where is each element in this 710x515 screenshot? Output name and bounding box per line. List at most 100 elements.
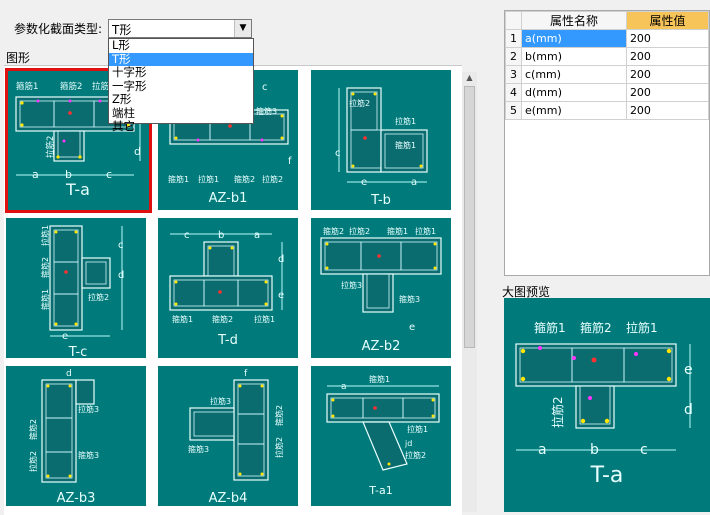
- ta-a: a: [32, 168, 39, 181]
- azb2-g1: 箍筋1: [387, 226, 408, 236]
- tc-d: d: [118, 270, 124, 281]
- section-type-dropdown[interactable]: L形 T形 十字形 一字形 Z形 端柱 其它: [108, 38, 254, 133]
- azb2-g2: 箍筋2: [323, 226, 344, 236]
- section-type-label: 参数化截面类型:: [14, 22, 103, 36]
- row-name: a(mm): [521, 29, 627, 48]
- azb3-d: d: [66, 369, 72, 379]
- azb2-g3: 箍筋3: [399, 294, 420, 304]
- shape-group-label: 图形: [6, 51, 31, 65]
- table-row[interactable]: 3 c(mm) 200: [505, 65, 710, 84]
- ta1-g1: 箍筋1: [369, 374, 390, 384]
- tc-e: e: [62, 331, 68, 342]
- chevron-down-icon[interactable]: ▼: [234, 20, 251, 37]
- tile-t-a1[interactable]: a 箍筋1 拉筋1 jd 拉筋2 T-a1: [311, 366, 451, 506]
- table-row[interactable]: 4 d(mm) 200: [505, 83, 710, 102]
- azb3-l3: 拉筋3: [78, 404, 99, 414]
- dropdown-option-z[interactable]: Z形: [109, 92, 253, 107]
- row-name: e(mm): [521, 101, 627, 120]
- tile-t-b[interactable]: 拉筋2 拉筋1 箍筋1 c e a T-b: [311, 70, 451, 210]
- tile-t-c[interactable]: 拉筋1 箍筋2 箍筋1 拉筋2 c d e T-c: [6, 218, 146, 358]
- preview-l1: 拉筋1: [626, 320, 658, 335]
- table-row[interactable]: 5 e(mm) 200: [505, 101, 710, 120]
- table-row[interactable]: 1 a(mm) 200: [505, 29, 710, 48]
- tile-label: AZ-b3: [57, 491, 96, 506]
- azb1-f: f: [288, 156, 292, 167]
- dropdown-option-other[interactable]: 其它: [109, 119, 253, 134]
- azb4-f: f: [244, 369, 248, 379]
- ta1-l1: 拉筋1: [407, 424, 428, 434]
- row-value[interactable]: 200: [625, 47, 710, 66]
- row-index: 4: [505, 83, 522, 102]
- azb1-c: c: [262, 82, 268, 93]
- azb2-l1: 拉筋1: [415, 226, 436, 236]
- azb3-g2: 箍筋2: [28, 419, 38, 440]
- dropdown-option-cross[interactable]: 十字形: [109, 65, 253, 80]
- ta-c: c: [106, 168, 112, 181]
- azb1-l2: 拉筋2: [262, 174, 283, 184]
- dropdown-option-line[interactable]: 一字形: [109, 79, 253, 94]
- azb2-l2: 拉筋2: [349, 226, 370, 236]
- ta-g2: 箍筋2: [60, 81, 82, 92]
- preview-e: e: [684, 362, 693, 378]
- row-value[interactable]: 200: [625, 101, 710, 120]
- row-index: 2: [505, 47, 522, 66]
- grid-corner: [505, 11, 522, 30]
- preview-l2: 拉筋2: [550, 396, 565, 428]
- tb-l2: 拉筋2: [349, 98, 370, 108]
- ta1-l2: 拉筋2: [405, 450, 426, 460]
- preview-a: a: [538, 442, 547, 458]
- preview-d: d: [684, 402, 693, 418]
- row-value[interactable]: 200: [625, 83, 710, 102]
- tc-l1: 拉筋1: [40, 225, 50, 246]
- azb1-g2: 箍筋2: [234, 174, 255, 184]
- td-a: a: [254, 230, 260, 241]
- combo-selected-value: T形: [112, 23, 132, 37]
- td-e: e: [278, 290, 284, 301]
- td-l1: 拉筋1: [254, 314, 275, 324]
- azb2-l3: 拉筋3: [341, 280, 362, 290]
- scroll-up-icon[interactable]: ▲: [462, 72, 477, 84]
- section-type-combo[interactable]: T形 ▼: [108, 19, 252, 38]
- gallery-scrollbar[interactable]: ▲: [462, 72, 477, 512]
- tile-label: T-a1: [368, 484, 392, 497]
- preview-g1: 箍筋1: [534, 320, 566, 335]
- tb-c: c: [335, 148, 341, 159]
- ta-d: d: [134, 145, 141, 158]
- tile-t-d[interactable]: c b a d e 箍筋1 箍筋2 拉筋1 T-d: [158, 218, 298, 358]
- ta-g1: 箍筋1: [16, 81, 38, 92]
- row-index: 3: [505, 65, 522, 84]
- tile-label: T-c: [68, 345, 88, 358]
- tile-label: T-d: [217, 333, 238, 348]
- tc-c: c: [118, 240, 124, 251]
- tb-e: e: [361, 177, 367, 188]
- tile-az-b3[interactable]: d 拉筋3 箍筋2 箍筋3 拉筋2 AZ-b3: [6, 366, 146, 506]
- grid-header-value: 属性值: [625, 11, 710, 30]
- dropdown-option-end-column[interactable]: 端柱: [109, 106, 253, 121]
- preview-g2: 箍筋2: [580, 320, 612, 335]
- tc-l2: 拉筋2: [88, 292, 109, 302]
- dropdown-option-t[interactable]: T形: [109, 52, 253, 66]
- table-row[interactable]: 2 b(mm) 200: [505, 47, 710, 66]
- preview-c: c: [640, 442, 648, 458]
- tile-label: AZ-b4: [209, 491, 248, 506]
- tile-az-b4[interactable]: f 拉筋3 箍筋3 箍筋2 拉筋2 AZ-b4: [158, 366, 298, 506]
- property-grid: 属性名称 属性值 1 a(mm) 200 2 b(mm) 200 3 c(mm)…: [504, 10, 710, 276]
- ta1-jd: jd: [404, 439, 412, 448]
- dropdown-option-l[interactable]: L形: [109, 38, 253, 53]
- tb-a: a: [411, 177, 417, 188]
- row-value[interactable]: 200: [625, 65, 710, 84]
- tile-az-b2[interactable]: 箍筋2 拉筋2 箍筋1 拉筋1 拉筋3 箍筋3 e AZ-b2: [311, 218, 451, 358]
- row-value[interactable]: 200: [625, 29, 710, 48]
- row-name: c(mm): [521, 65, 627, 84]
- tile-label: T-a: [65, 180, 90, 199]
- tile-label: AZ-b1: [209, 191, 248, 206]
- grid-header-name: 属性名称: [521, 11, 627, 30]
- td-g2: 箍筋2: [212, 314, 233, 324]
- row-name: d(mm): [521, 83, 627, 102]
- tile-label: T-b: [370, 193, 391, 208]
- row-index: 1: [505, 29, 522, 48]
- tc-g1: 箍筋1: [40, 289, 50, 310]
- tc-g2: 箍筋2: [40, 257, 50, 278]
- scrollbar-thumb[interactable]: [464, 86, 475, 348]
- azb4-l2: 拉筋2: [274, 437, 284, 458]
